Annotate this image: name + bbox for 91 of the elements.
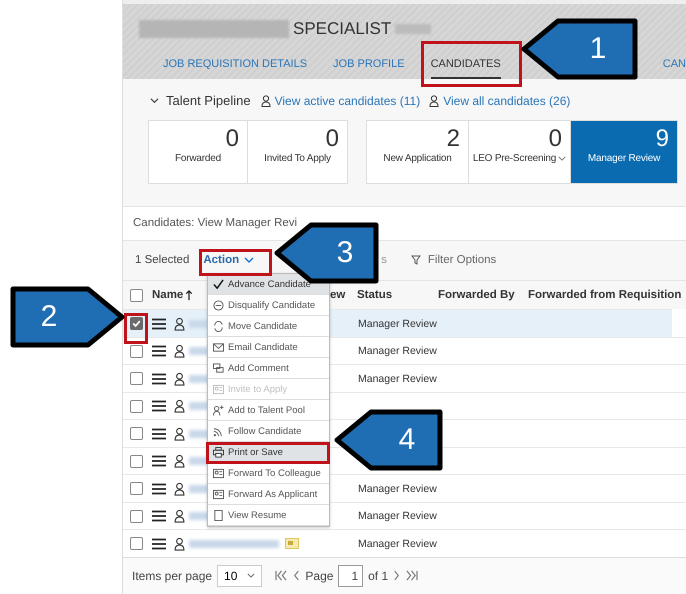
selection-count: 1 Selected [135,254,190,266]
person-icon [174,454,185,468]
row-checkbox[interactable] [130,482,143,496]
person-icon [429,94,440,107]
menu-item[interactable]: Add Comment [208,358,329,379]
collapse-icon[interactable] [150,96,159,106]
highlight-box [124,313,148,344]
filter-options-link[interactable]: Filter Options [428,254,496,266]
add-person-icon [213,404,224,416]
table-cell: Manager Review [358,345,437,358]
link[interactable]: View all candidates (26) [443,94,570,108]
redacted-text [395,24,432,34]
tab[interactable]: CANDIDATES [430,56,501,79]
document-icon [213,510,224,520]
caret-icon [244,257,254,264]
column-header: ew [330,289,346,302]
menu-icon[interactable] [152,372,166,385]
first-page-icon[interactable] [275,570,288,582]
menu-icon[interactable] [152,538,166,550]
table-cell: Manager Review [358,372,437,385]
action-dropdown[interactable]: Action [203,254,254,266]
printer-icon [213,446,224,458]
row-checkbox[interactable] [130,344,143,358]
contact-card-icon [213,384,224,394]
column-header: Forwarded from Requisition [528,289,682,302]
list-caption: Candidates: View Manager Revi [133,217,298,230]
row-checkbox[interactable] [130,317,143,330]
callout-marker: 2 [10,286,126,348]
menu-icon[interactable] [152,455,166,468]
menu-item[interactable]: Move Candidate [208,316,329,337]
pipeline-tile[interactable]: 9 Manager Review [571,121,677,184]
page-total: of 1 [368,568,388,583]
row-checkbox[interactable] [130,454,143,468]
menu-icon[interactable] [152,482,166,495]
menu-item[interactable]: Email Candidate [208,337,329,358]
menu-icon[interactable] [152,510,166,522]
filter-icon[interactable] [410,255,421,266]
section-title: Talent Pipeline [166,93,251,108]
person-icon [174,509,185,524]
check-icon [213,278,224,290]
refresh-icon [213,320,224,332]
table-cell: Manager Review [358,482,437,495]
table-cell: Manager Review [358,510,437,522]
menu-item[interactable]: Disqualify Candidate [208,295,329,316]
resume-icon[interactable] [285,538,299,550]
person-icon [174,426,185,441]
items-per-page-label: Items per page [132,568,212,583]
menu-icon[interactable] [152,428,166,440]
caret-icon [247,573,256,578]
page-title: SPECIALIST [293,19,392,39]
menu-icon[interactable] [152,318,166,330]
menu-icon[interactable] [152,400,166,412]
column-header[interactable]: Name [152,289,184,302]
sort-icon[interactable] [185,290,194,301]
row-checkbox[interactable] [130,427,143,440]
items-per-page-select[interactable]: 10 [217,564,262,587]
comment-icon [213,362,224,374]
menu-item[interactable]: Add to Talent Pool [208,400,329,421]
menu-icon[interactable] [152,345,166,358]
next-page-icon[interactable] [393,570,400,582]
last-page-icon[interactable] [405,570,418,582]
menu-item[interactable]: Follow Candidate [208,421,329,442]
menu-item[interactable]: Forward As Applicant [208,484,329,505]
person-icon [174,344,185,358]
table-cell: Manager Review [358,538,437,550]
person-icon [174,316,185,331]
row-checkbox[interactable] [130,537,143,550]
menu-item[interactable]: View Resume [208,505,329,526]
column-header: Status [357,289,394,302]
person-icon [174,482,185,496]
envelope-icon [213,342,224,352]
person-icon [174,372,185,386]
row-checkbox[interactable] [130,372,143,386]
row-checkbox[interactable] [130,400,143,413]
person-icon [174,536,185,551]
menu-item[interactable]: Forward To Colleague [208,463,329,484]
person-icon [260,94,271,107]
minus-circle-icon [213,300,224,310]
caret-icon[interactable] [558,156,566,162]
person-icon [174,399,185,414]
rss-icon [213,426,224,436]
row-checkbox[interactable] [130,510,143,523]
page-number-field[interactable]: 1 [338,564,364,587]
table-cell: Manager Review [358,318,437,330]
previous-page-icon[interactable] [293,570,300,582]
column-header: Forwarded By [438,289,516,302]
contact-card-icon [213,488,224,500]
page-label: Page [305,568,334,583]
link[interactable]: View active candidates (11) [274,94,420,108]
contact-card-icon [213,468,224,478]
select-all-checkbox[interactable] [130,288,143,302]
